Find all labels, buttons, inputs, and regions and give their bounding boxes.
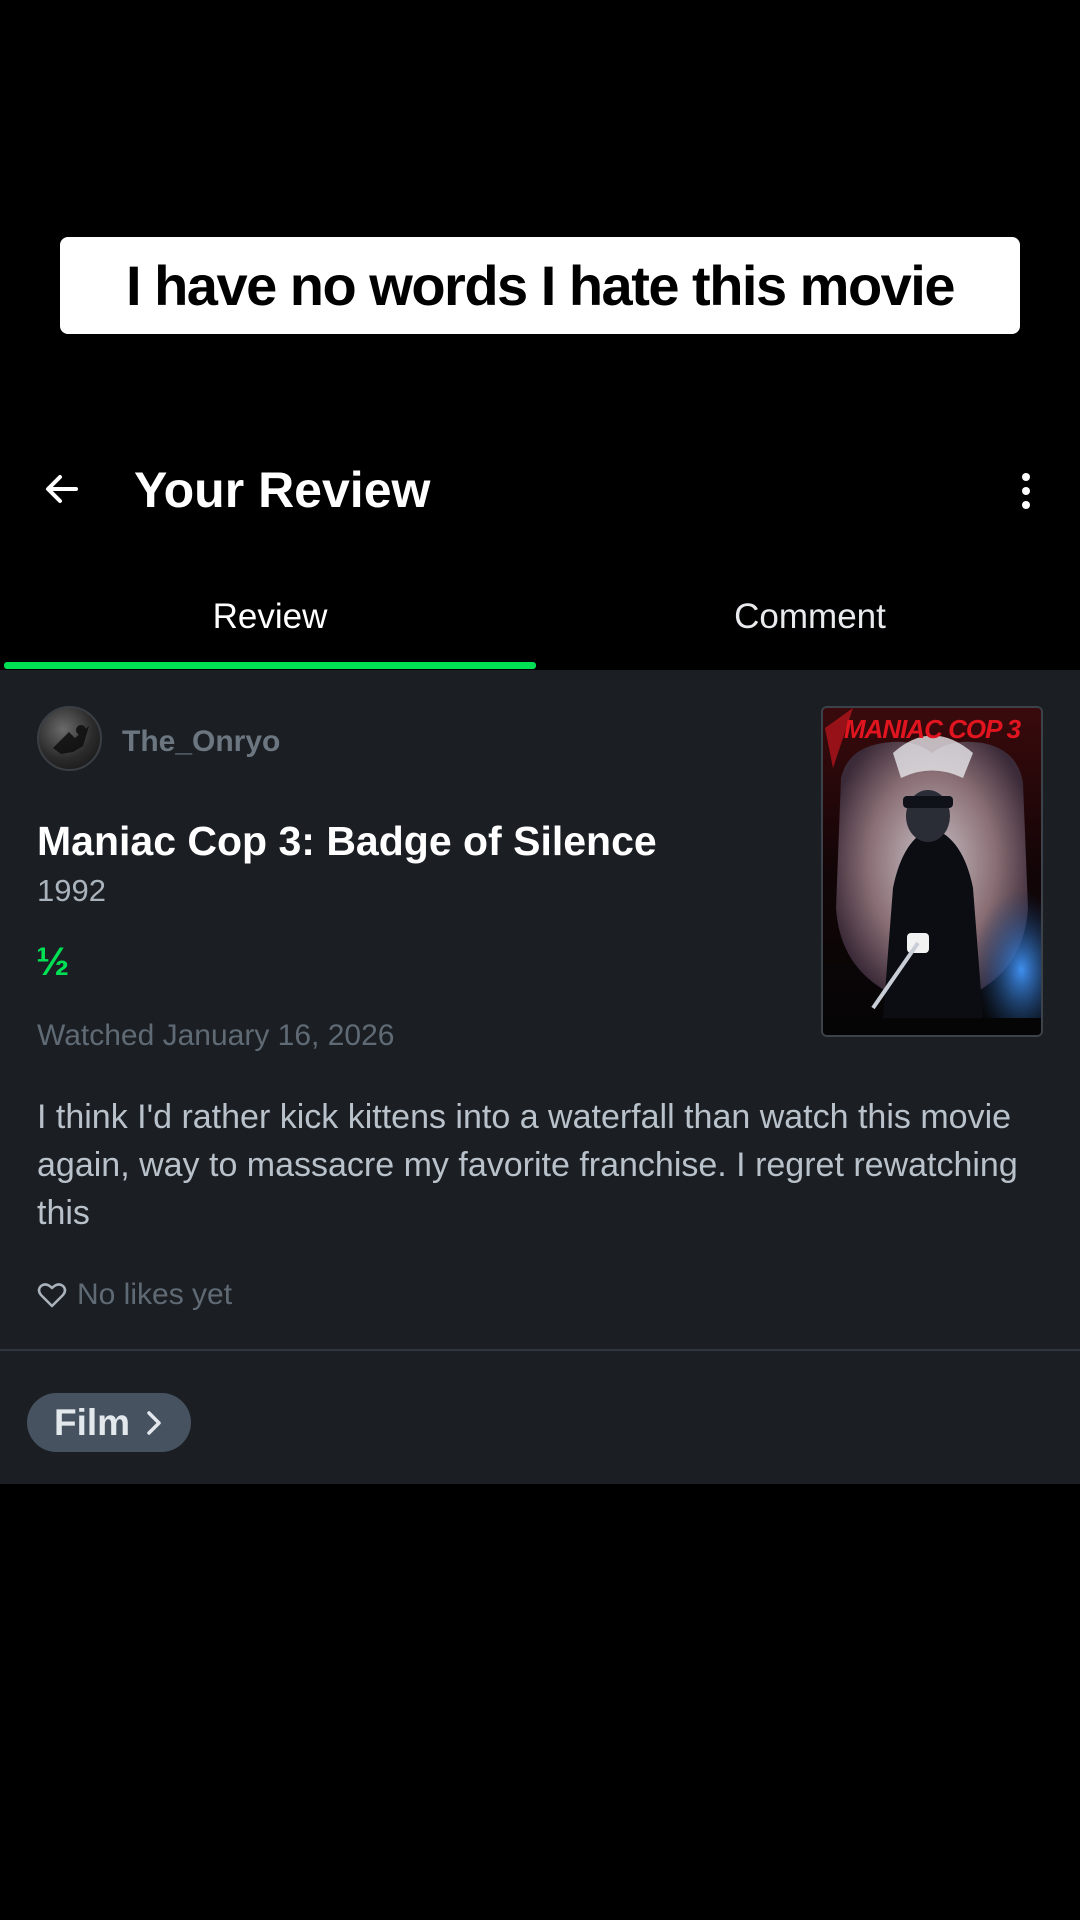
poster-title-text: MANIAC COP 3 — [844, 714, 1022, 744]
video-caption: I have no words I hate this movie — [60, 237, 1020, 334]
watched-date: Watched January 16, 2026 — [37, 1019, 395, 1052]
active-tab-indicator — [4, 662, 536, 669]
star-rating: ½ — [36, 940, 70, 984]
heart-icon — [37, 1283, 67, 1308]
review-body: I think I'd rather kick kittens into a w… — [37, 1098, 1018, 1232]
screen: I have no words I hate this movie Your R… — [0, 0, 1080, 1920]
film-link-button[interactable]: Film — [27, 1393, 191, 1452]
avatar[interactable] — [37, 706, 102, 771]
tab-review[interactable]: Review — [0, 592, 540, 642]
likes-count-text: No likes yet — [77, 1278, 233, 1311]
divider — [0, 1349, 1080, 1351]
chevron-right-icon — [147, 1410, 161, 1435]
likes-row[interactable]: No likes yet — [37, 1275, 232, 1315]
username[interactable]: The_Onryo — [122, 722, 280, 762]
movie-year: 1992 — [37, 873, 106, 908]
more-vertical-icon — [1022, 473, 1030, 481]
movie-title[interactable]: Maniac Cop 3: Badge of Silence — [37, 815, 657, 867]
back-button[interactable] — [34, 458, 90, 520]
arrow-left-icon — [46, 475, 78, 503]
film-chip-label: Film — [53, 1401, 131, 1443]
page-title: Your Review — [134, 462, 431, 518]
tab-comment[interactable]: Comment — [540, 592, 1080, 642]
more-options-button[interactable] — [1006, 462, 1046, 520]
movie-poster[interactable]: MANIAC COP 3 — [821, 706, 1043, 1037]
